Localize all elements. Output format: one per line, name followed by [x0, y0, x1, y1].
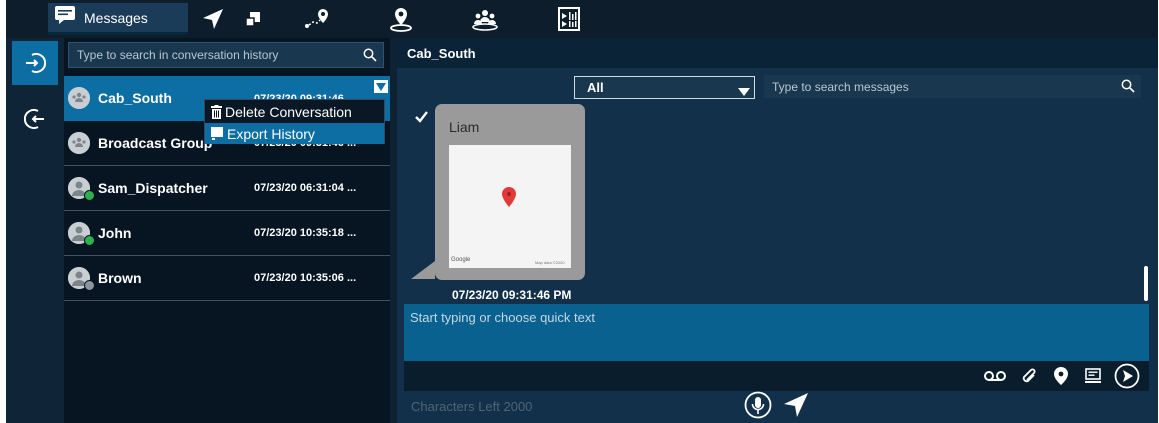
messages-icon: [54, 5, 76, 30]
conversation-search: [68, 42, 384, 68]
chat-panel: Cab_South All Liam Google Map data ©2020: [397, 38, 1158, 423]
conversation-name: John: [98, 225, 132, 241]
message-select-checkbox[interactable]: [415, 110, 428, 123]
message-bubble-tail: [411, 261, 435, 279]
conversation-name: Cab_South: [98, 90, 172, 106]
characters-left: Characters Left 2000: [411, 399, 533, 414]
media-icon[interactable]: [554, 6, 584, 32]
left-rail: [6, 38, 64, 423]
app-window: Messages Type to search in conversation …: [6, 0, 1158, 423]
search-icon[interactable]: [1121, 79, 1135, 98]
route-icon[interactable]: [302, 6, 332, 32]
trash-icon: [211, 104, 222, 119]
delete-conversation-menu-item[interactable]: Delete Conversation: [205, 101, 384, 122]
group-avatar-icon: [68, 87, 90, 109]
map-provider-logo: Google: [451, 257, 471, 263]
compose-input[interactable]: [404, 304, 1149, 361]
export-history-menu-item[interactable]: Export History: [205, 123, 384, 144]
conversation-row-john[interactable]: John 07/23/20 10:35:18 ...: [64, 211, 390, 256]
location-pin-icon[interactable]: [1050, 366, 1072, 386]
message-sender: Liam: [449, 119, 480, 135]
layers-icon[interactable]: [238, 6, 268, 32]
voicemail-icon[interactable]: [984, 366, 1006, 386]
group-icon[interactable]: [470, 6, 500, 32]
chat-header: Cab_South: [397, 38, 1158, 68]
tab-messages-label: Messages: [84, 9, 148, 26]
search-icon[interactable]: [363, 48, 377, 67]
conversation-row-sam-dispatcher[interactable]: Sam_Dispatcher 07/23/20 06:31:04 ...: [64, 166, 390, 211]
group-avatar-icon: [68, 132, 90, 154]
conversation-name: Sam_Dispatcher: [98, 180, 208, 196]
conversation-list-panel: Cab_South 07/23/20 09:31:46 Broadcast Gr…: [64, 38, 390, 423]
attach-icon[interactable]: [1018, 366, 1040, 386]
chevron-down-icon: [738, 84, 750, 99]
location-icon[interactable]: [386, 6, 416, 32]
quick-text-icon[interactable]: [1082, 366, 1104, 386]
conversation-search-input[interactable]: [77, 48, 357, 62]
logout-icon[interactable]: [12, 97, 58, 141]
message-timestamp: 07/23/20 09:31:46 PM: [452, 288, 572, 302]
message-scrollbar[interactable]: [1144, 266, 1148, 301]
map-data-text: Map data ©2020: [535, 260, 565, 265]
export-history-label: Export History: [227, 125, 315, 142]
top-toolbar: Messages: [6, 0, 1158, 38]
login-icon[interactable]: [12, 41, 58, 85]
compose-toolbar: [404, 361, 1149, 391]
tab-messages[interactable]: Messages: [48, 3, 188, 35]
send-location-icon[interactable]: [781, 390, 811, 420]
filter-value: All: [587, 80, 604, 95]
conversation-time: 07/23/20 06:31:04 ...: [254, 182, 357, 194]
message-search-input[interactable]: [772, 79, 1102, 94]
online-status-icon: [84, 235, 95, 246]
conversation-row-brown[interactable]: Brown 07/23/20 10:35:06 ...: [64, 256, 390, 301]
send-circle-icon[interactable]: [1114, 363, 1140, 389]
map-attachment[interactable]: Google Map data ©2020: [449, 145, 571, 268]
conversation-time: 07/23/20 10:35:18 ...: [254, 227, 357, 239]
export-icon: [211, 127, 224, 140]
navigate-icon[interactable]: [198, 6, 228, 32]
message-search: [764, 75, 1141, 98]
online-status-icon: [84, 190, 95, 201]
conversation-context-menu: Delete Conversation Export History: [204, 99, 385, 144]
row-menu-chevron-icon[interactable]: [374, 80, 388, 93]
delete-conversation-label: Delete Conversation: [225, 103, 352, 120]
offline-status-icon: [84, 280, 95, 291]
microphone-icon[interactable]: [743, 390, 773, 420]
conversation-name: Broadcast Group: [98, 135, 213, 151]
conversation-name: Brown: [98, 270, 142, 286]
chat-title: Cab_South: [407, 45, 476, 61]
conversation-time: 07/23/20 10:35:06 ...: [254, 272, 357, 284]
message-filter-select[interactable]: All: [574, 76, 755, 99]
map-pin-icon: [502, 187, 516, 212]
